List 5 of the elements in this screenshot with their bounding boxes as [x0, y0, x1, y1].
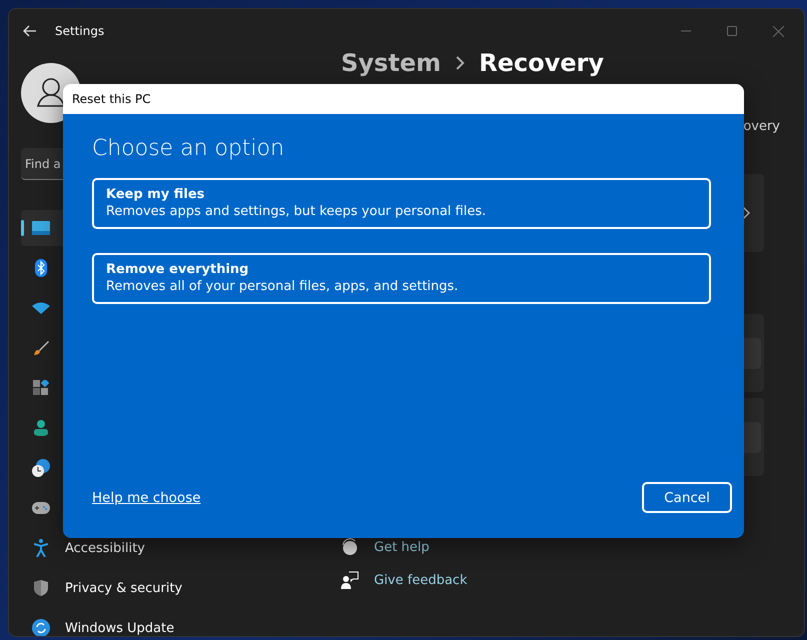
- page-title: Recovery: [478, 50, 604, 76]
- dialog-heading: Choose an option: [92, 136, 286, 161]
- dialog-title: Reset this PC: [72, 92, 151, 106]
- page-description: overy: [743, 119, 780, 134]
- window-title: Settings: [55, 24, 104, 38]
